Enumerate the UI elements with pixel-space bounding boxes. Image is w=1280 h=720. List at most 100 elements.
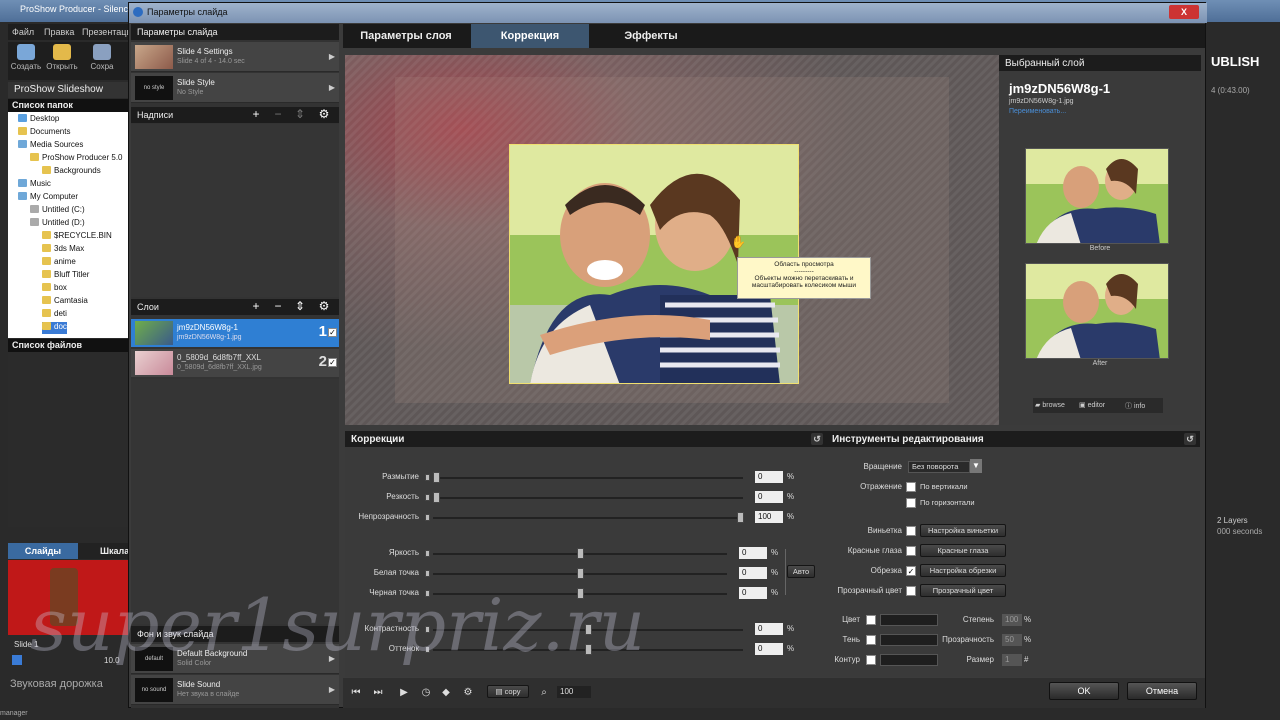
reorder-icon[interactable]: ⇕ bbox=[293, 300, 307, 314]
slider-track[interactable] bbox=[433, 477, 743, 479]
degree-input[interactable]: 100 bbox=[1002, 614, 1022, 626]
transparent-color-button[interactable]: Прозрачный цвет bbox=[920, 584, 1006, 597]
tree-item[interactable]: Backgrounds bbox=[42, 166, 101, 178]
tree-item[interactable]: ProShow Producer 5.0 bbox=[30, 153, 123, 165]
slider-knob[interactable] bbox=[585, 624, 592, 635]
tree-item[interactable]: Desktop bbox=[18, 114, 59, 126]
tree-item[interactable]: Untitled (C:) bbox=[30, 205, 85, 217]
slider-knob[interactable] bbox=[737, 512, 744, 523]
size-input[interactable]: 1 bbox=[1002, 654, 1022, 666]
vignette-checkbox[interactable] bbox=[906, 526, 916, 536]
layer-visible-checkbox[interactable]: ✓ bbox=[328, 358, 337, 367]
correction-value-input[interactable]: 0 bbox=[739, 547, 767, 559]
tree-item[interactable]: Untitled (D:) bbox=[30, 218, 85, 230]
skip-forward-icon[interactable]: ⏭ bbox=[371, 686, 385, 700]
play-icon[interactable] bbox=[12, 655, 22, 665]
open-button[interactable]: Открыть bbox=[46, 44, 78, 71]
tree-item[interactable]: Camtasia bbox=[42, 296, 88, 308]
tree-item[interactable]: My Computer bbox=[18, 192, 78, 204]
slider-knob[interactable] bbox=[577, 588, 584, 599]
timer-icon[interactable]: ◷ bbox=[419, 686, 433, 700]
zoom-input[interactable]: 100 bbox=[557, 686, 591, 698]
tree-item[interactable]: 3ds Max bbox=[42, 244, 84, 256]
tree-item[interactable]: box bbox=[42, 283, 67, 295]
correction-value-input[interactable]: 0 bbox=[755, 623, 783, 635]
tree-item[interactable]: anime bbox=[42, 257, 76, 269]
rename-link[interactable]: Переименовать... bbox=[1009, 108, 1066, 115]
slider-knob[interactable] bbox=[433, 472, 440, 483]
slider-knob[interactable] bbox=[433, 492, 440, 503]
flip-horizontal-checkbox[interactable] bbox=[906, 498, 916, 508]
redeye-checkbox[interactable] bbox=[906, 546, 916, 556]
editor-button[interactable]: ▣ editor bbox=[1079, 401, 1105, 409]
layer-row[interactable]: 0_5809d_6d8fb7ff_XXL 0_5809d_6d8fb7ff_XX… bbox=[131, 349, 339, 377]
color-checkbox[interactable] bbox=[866, 615, 876, 625]
auto-button[interactable]: Авто bbox=[787, 565, 815, 578]
add-icon[interactable]: + bbox=[249, 300, 263, 314]
save-button[interactable]: Сохра bbox=[86, 44, 118, 71]
correction-value-input[interactable]: 0 bbox=[755, 471, 783, 483]
outline-checkbox[interactable] bbox=[866, 655, 876, 665]
tab-layer-params[interactable]: Параметры слоя bbox=[343, 24, 469, 48]
flip-vertical-checkbox[interactable] bbox=[906, 482, 916, 492]
transparent-color-checkbox[interactable] bbox=[906, 586, 916, 596]
layer-visible-checkbox[interactable]: ✓ bbox=[328, 328, 337, 337]
slide-style-row[interactable]: no style Slide Style No Style ▶ bbox=[131, 73, 339, 103]
slider-knob[interactable] bbox=[577, 568, 584, 579]
copy-button[interactable]: ▤ copy bbox=[487, 685, 529, 698]
outline-select[interactable] bbox=[880, 654, 938, 666]
skip-back-icon[interactable]: ⏮ bbox=[349, 686, 363, 700]
tree-item[interactable]: Media Sources bbox=[18, 140, 83, 152]
tree-item[interactable]: deti bbox=[42, 309, 67, 321]
sound-row[interactable]: no sound Slide Sound Нет звука в слайде … bbox=[131, 675, 339, 705]
vignette-settings-button[interactable]: Настройка виньетки bbox=[920, 524, 1006, 537]
correction-value-input[interactable]: 0 bbox=[755, 643, 783, 655]
slide-thumbnail[interactable] bbox=[8, 560, 128, 635]
reset-icon[interactable]: ↺ bbox=[1184, 433, 1196, 445]
gear-icon[interactable]: ⚙ bbox=[461, 686, 475, 700]
close-button[interactable]: X bbox=[1169, 5, 1199, 19]
color-select[interactable] bbox=[880, 614, 938, 626]
tree-item[interactable]: doc bbox=[42, 322, 67, 334]
correction-value-input[interactable]: 0 bbox=[755, 491, 783, 503]
tree-item[interactable]: $RECYCLE.BIN bbox=[42, 231, 112, 243]
slider-track[interactable] bbox=[433, 497, 743, 499]
rotation-select[interactable]: Без поворота bbox=[908, 461, 970, 473]
publish-label[interactable]: UBLISH bbox=[1211, 54, 1259, 69]
ok-button[interactable]: OK bbox=[1049, 682, 1119, 700]
play-icon[interactable]: ▶ bbox=[397, 686, 411, 700]
crop-checkbox[interactable]: ✓ bbox=[906, 566, 916, 576]
gear-icon[interactable]: ⚙ bbox=[317, 108, 331, 122]
create-button[interactable]: Создать bbox=[10, 44, 42, 71]
tree-item[interactable]: Music bbox=[18, 179, 51, 191]
menu-file[interactable]: Файл bbox=[12, 27, 34, 37]
remove-icon[interactable]: − bbox=[271, 300, 285, 314]
remove-icon[interactable]: − bbox=[271, 108, 285, 122]
preview-area[interactable]: Область просмотра --------- Объекты можн… bbox=[345, 55, 999, 425]
shield-icon[interactable]: ◆ bbox=[439, 686, 453, 700]
slider-track[interactable] bbox=[433, 517, 743, 519]
cancel-button[interactable]: Отмена bbox=[1127, 682, 1197, 700]
tree-item[interactable]: Bluff Titler bbox=[42, 270, 89, 282]
slider-knob[interactable] bbox=[577, 548, 584, 559]
shadow-select[interactable] bbox=[880, 634, 938, 646]
crop-settings-button[interactable]: Настройка обрезки bbox=[920, 564, 1006, 577]
tab-slides[interactable]: Слайды bbox=[8, 543, 78, 559]
layer-row[interactable]: jm9zDN56W8g-1 jm9zDN56W8g-1.jpg 1 ✓ bbox=[131, 319, 339, 347]
redeye-button[interactable]: Красные глаза bbox=[920, 544, 1006, 557]
correction-value-input[interactable]: 0 bbox=[739, 567, 767, 579]
browse-button[interactable]: ▰ browse bbox=[1035, 401, 1065, 409]
chevron-down-icon[interactable]: ▼ bbox=[970, 459, 982, 473]
reset-icon[interactable]: ↺ bbox=[811, 433, 823, 445]
correction-value-input[interactable]: 100 bbox=[755, 511, 783, 523]
tab-timeline[interactable]: Шкала bbox=[100, 546, 129, 556]
background-row[interactable]: default Default Background Solid Color ▶ bbox=[131, 644, 339, 674]
reorder-icon[interactable]: ⇕ bbox=[293, 108, 307, 122]
info-button[interactable]: ⓘ info bbox=[1125, 401, 1145, 411]
opacity-input[interactable]: 50 bbox=[1002, 634, 1022, 646]
gear-icon[interactable]: ⚙ bbox=[317, 300, 331, 314]
menu-edit[interactable]: Правка bbox=[44, 27, 74, 37]
slider-knob[interactable] bbox=[585, 644, 592, 655]
add-icon[interactable]: + bbox=[249, 108, 263, 122]
tab-correction[interactable]: Коррекция bbox=[471, 24, 589, 48]
